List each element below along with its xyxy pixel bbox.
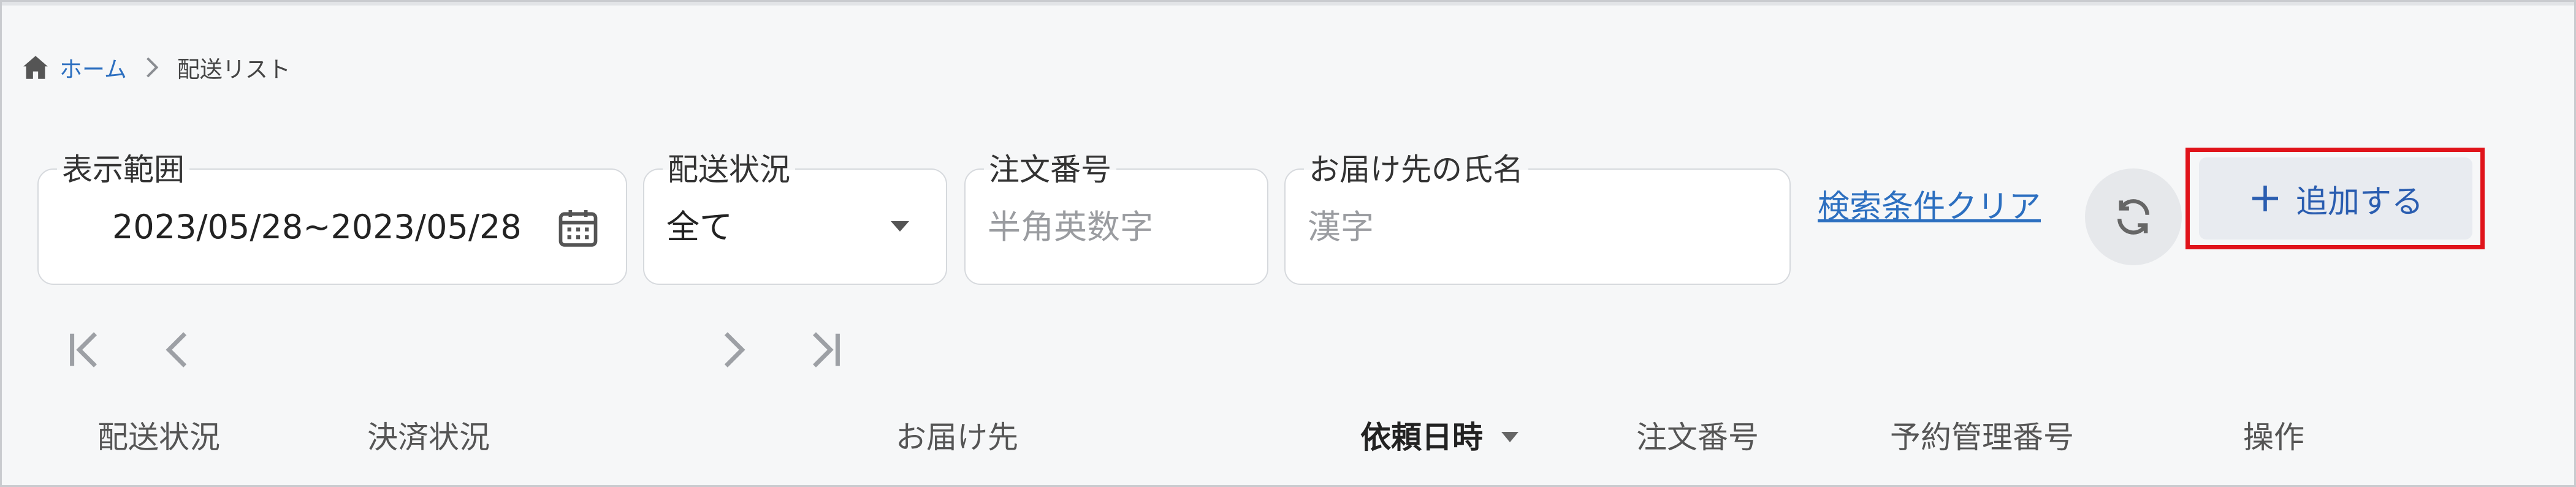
- column-header-order-number[interactable]: 注文番号: [1636, 418, 1759, 456]
- column-header-request-date[interactable]: 依頼日時: [1360, 418, 1519, 456]
- order-number-placeholder: 半角英数字: [988, 208, 1153, 246]
- app-window: ホーム 配送リスト 表示範囲 2023/05/28~2023/05/28 配送状…: [0, 0, 2576, 487]
- last-page-icon[interactable]: [804, 327, 847, 373]
- home-icon[interactable]: [20, 52, 51, 83]
- refresh-button[interactable]: [2085, 168, 2182, 265]
- prev-page-icon[interactable]: [156, 327, 199, 373]
- order-number-field[interactable]: 注文番号 半角英数字: [964, 151, 1268, 285]
- column-header-request-date-label: 依頼日時: [1360, 420, 1483, 455]
- plus-icon: [2248, 181, 2282, 216]
- column-header-payment-status[interactable]: 決済状況: [367, 418, 490, 456]
- calendar-icon[interactable]: [555, 205, 601, 252]
- add-button[interactable]: 追加する: [2199, 157, 2472, 240]
- column-header-destination[interactable]: お届け先: [896, 418, 1018, 456]
- next-page-icon[interactable]: [712, 327, 755, 373]
- breadcrumb-current: 配送リスト: [177, 56, 291, 83]
- order-number-label: 注文番号: [984, 151, 1116, 188]
- refresh-icon: [2109, 193, 2157, 241]
- add-button-label: 追加する: [2295, 183, 2423, 221]
- first-page-icon[interactable]: [63, 327, 106, 373]
- delivery-status-label: 配送状況: [663, 151, 795, 188]
- column-header-reservation-number[interactable]: 予約管理番号: [1890, 418, 2074, 456]
- date-range-value: 2023/05/28~2023/05/28: [112, 208, 522, 246]
- breadcrumb-home-link[interactable]: ホーム: [59, 51, 127, 84]
- column-header-delivery-status[interactable]: 配送状況: [97, 418, 220, 456]
- chevron-right-icon: [143, 55, 161, 80]
- recipient-name-label: お届け先の氏名: [1304, 151, 1528, 188]
- top-divider: [2, 2, 2574, 6]
- caret-down-icon: [891, 221, 909, 232]
- sort-desc-icon: [1501, 432, 1519, 442]
- column-header-actions: 操作: [2243, 420, 2304, 455]
- breadcrumb: ホーム 配送リスト: [20, 51, 291, 84]
- recipient-name-placeholder: 漢字: [1308, 208, 1374, 246]
- date-range-field[interactable]: 表示範囲 2023/05/28~2023/05/28: [37, 151, 627, 285]
- delivery-status-value: 全て: [666, 208, 733, 246]
- delivery-status-select[interactable]: 配送状況 全て: [643, 151, 947, 285]
- clear-filters-link[interactable]: 検索条件クリア: [1818, 186, 2041, 228]
- recipient-name-field[interactable]: お届け先の氏名 漢字: [1284, 151, 1791, 285]
- date-range-label: 表示範囲: [57, 151, 189, 188]
